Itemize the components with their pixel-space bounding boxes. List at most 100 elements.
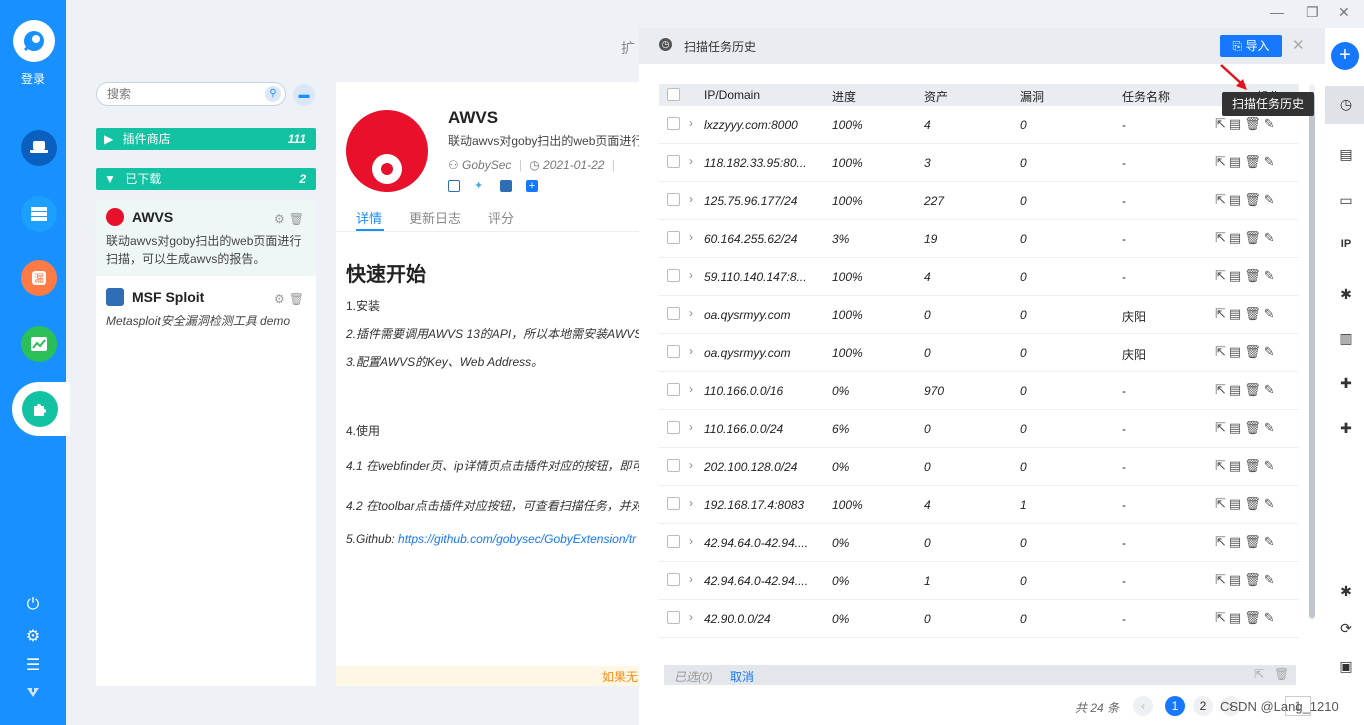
- expand-chevron-icon[interactable]: ›: [689, 154, 693, 168]
- open-icon[interactable]: ⇱: [1215, 154, 1229, 169]
- tab-changelog[interactable]: 更新日志: [409, 208, 461, 227]
- edit-icon[interactable]: ✎: [1264, 192, 1278, 207]
- report-icon[interactable]: ▤: [1229, 496, 1244, 511]
- row-checkbox[interactable]: [667, 193, 680, 206]
- row-checkbox[interactable]: [667, 231, 680, 244]
- close-window-icon[interactable]: ✕: [1338, 4, 1350, 21]
- report-icon[interactable]: ▤: [1229, 572, 1244, 587]
- table-row[interactable]: › 42.90.0.0/24 0% 0 0 - ⇱▤🗑✎: [659, 600, 1299, 638]
- delete-icon[interactable]: 🗑: [1244, 230, 1264, 245]
- row-checkbox[interactable]: [667, 383, 680, 396]
- plugin-store-bar[interactable]: ▶ 插件商店 111: [96, 128, 316, 150]
- table-row[interactable]: › 118.182.33.95:80... 100% 3 0 - ⇱▤🗑✎: [659, 144, 1299, 182]
- search-input[interactable]: [97, 83, 247, 105]
- edit-icon[interactable]: ✎: [1264, 306, 1278, 321]
- expand-chevron-icon[interactable]: ›: [689, 192, 693, 206]
- expand-chevron-icon[interactable]: ›: [689, 458, 693, 472]
- row-checkbox[interactable]: [667, 497, 680, 510]
- edit-icon[interactable]: ✎: [1264, 572, 1278, 587]
- table-row[interactable]: › 42.94.64.0-42.94.... 0% 1 0 - ⇱▤🗑✎: [659, 562, 1299, 600]
- monitor-icon[interactable]: ▭: [1337, 192, 1355, 209]
- row-checkbox[interactable]: [667, 573, 680, 586]
- row-checkbox[interactable]: [667, 421, 680, 434]
- delete-icon[interactable]: 🗑: [1244, 420, 1264, 435]
- expand-chevron-icon[interactable]: ›: [689, 420, 693, 434]
- delete-icon[interactable]: 🗑: [1244, 268, 1264, 283]
- delete-icon[interactable]: 🗑: [1244, 154, 1264, 169]
- open-icon[interactable]: ⇱: [1215, 534, 1229, 549]
- expand-chevron-icon[interactable]: ›: [689, 382, 693, 396]
- table-row[interactable]: › 125.75.96.177/24 100% 227 0 - ⇱▤🗑✎: [659, 182, 1299, 220]
- table-row[interactable]: › 59.110.140.147:8... 100% 4 0 - ⇱▤🗑✎: [659, 258, 1299, 296]
- bar-chart-icon[interactable]: ▥: [1337, 330, 1355, 347]
- edit-icon[interactable]: ✎: [1264, 268, 1278, 283]
- open-icon[interactable]: ⇱: [1215, 572, 1229, 587]
- download-icon[interactable]: [24, 684, 42, 703]
- row-checkbox[interactable]: [667, 535, 680, 548]
- report-icon[interactable]: ▤: [1229, 306, 1244, 321]
- edit-icon[interactable]: ✎: [1264, 382, 1278, 397]
- plugin-item-awvs[interactable]: AWVS ⚙🗑 联动awvs对goby扫出的web页面进行扫描，可以生成awvs…: [96, 200, 316, 276]
- table-row[interactable]: › oa.qysrmyy.com 100% 0 0 庆阳 ⇱▤🗑✎: [659, 334, 1299, 372]
- expand-chevron-icon[interactable]: ›: [689, 230, 693, 244]
- open-icon[interactable]: ⇱: [1215, 610, 1229, 625]
- row-checkbox[interactable]: [667, 459, 680, 472]
- open-icon[interactable]: ⇱: [1215, 268, 1229, 283]
- row-checkbox[interactable]: [667, 307, 680, 320]
- open-icon[interactable]: ⇱: [1215, 116, 1229, 131]
- delete-icon[interactable]: 🗑: [289, 292, 308, 306]
- github-link[interactable]: https://github.com/gobysec/GobyExtension…: [398, 532, 636, 546]
- report-icon[interactable]: ▤: [1229, 458, 1244, 473]
- delete-icon[interactable]: 🗑: [1244, 572, 1264, 587]
- report-icon[interactable]: ▤: [1229, 116, 1244, 131]
- login-label[interactable]: 登录: [14, 70, 52, 87]
- folder-icon[interactable]: ▬: [293, 84, 315, 106]
- expand-chevron-icon[interactable]: ›: [689, 344, 693, 358]
- restore-icon[interactable]: ❐: [1306, 4, 1319, 21]
- row-checkbox[interactable]: [667, 345, 680, 358]
- edit-icon[interactable]: ✎: [1264, 458, 1278, 473]
- report-icon[interactable]: ▤: [1229, 420, 1244, 435]
- goby-logo-icon[interactable]: [13, 20, 55, 62]
- edit-icon[interactable]: ✎: [1264, 610, 1278, 625]
- cancel-selection-link[interactable]: 取消: [730, 668, 754, 685]
- bug-scan-icon[interactable]: ✱: [1337, 583, 1355, 600]
- tab-details[interactable]: 详情: [356, 208, 382, 227]
- batch-export-icon[interactable]: ⇱: [1254, 667, 1264, 681]
- edit-icon[interactable]: ✎: [1264, 496, 1278, 511]
- row-checkbox[interactable]: [667, 269, 680, 282]
- report-icon[interactable]: ▤: [1337, 146, 1355, 163]
- expand-chevron-icon[interactable]: ›: [689, 306, 693, 320]
- delete-icon[interactable]: 🗑: [1244, 496, 1264, 511]
- report-icon[interactable]: ▤: [1229, 192, 1244, 207]
- table-row[interactable]: › 42.94.64.0-42.94.... 0% 0 0 - ⇱▤🗑✎: [659, 524, 1299, 562]
- expand-chevron-icon[interactable]: ›: [689, 610, 693, 624]
- page-button-current[interactable]: 1: [1165, 696, 1185, 716]
- close-panel-icon[interactable]: ✕: [1292, 36, 1305, 54]
- plugin-item-msf[interactable]: MSF Sploit ⚙🗑 Metasploit安全漏洞检测工具 demo: [96, 280, 316, 340]
- batch-delete-icon[interactable]: 🗑: [1274, 667, 1289, 681]
- report-icon[interactable]: ▤: [1229, 344, 1244, 359]
- delete-icon[interactable]: 🗑: [1244, 458, 1264, 473]
- delete-icon[interactable]: 🗑: [1244, 192, 1264, 207]
- minimize-icon[interactable]: —: [1270, 4, 1284, 20]
- row-checkbox[interactable]: [667, 611, 680, 624]
- open-icon[interactable]: ⇱: [1215, 458, 1229, 473]
- row-checkbox[interactable]: [667, 117, 680, 130]
- chart-icon[interactable]: [21, 326, 57, 362]
- edit-icon[interactable]: ✎: [1264, 154, 1278, 169]
- search-icon[interactable]: ⚲: [265, 86, 281, 102]
- delete-icon[interactable]: 🗑: [1244, 382, 1264, 397]
- downloaded-bar[interactable]: ▼ 已下载 2: [96, 168, 316, 190]
- open-icon[interactable]: ⇱: [1215, 306, 1229, 321]
- puzzle-icon[interactable]: ✚: [1337, 375, 1355, 392]
- table-row[interactable]: › 192.168.17.4:8083 100% 4 1 - ⇱▤🗑✎: [659, 486, 1299, 524]
- add-task-icon[interactable]: +: [1331, 42, 1359, 70]
- nav-plugin-active[interactable]: [12, 382, 70, 436]
- open-icon[interactable]: ⇱: [1215, 230, 1229, 245]
- history-clock-icon[interactable]: ◷: [1337, 96, 1355, 113]
- vuln-icon[interactable]: 漏: [21, 260, 57, 296]
- report-icon[interactable]: ▤: [1229, 230, 1244, 245]
- delete-icon[interactable]: 🗑: [1244, 534, 1264, 549]
- delete-icon[interactable]: 🗑: [1244, 344, 1264, 359]
